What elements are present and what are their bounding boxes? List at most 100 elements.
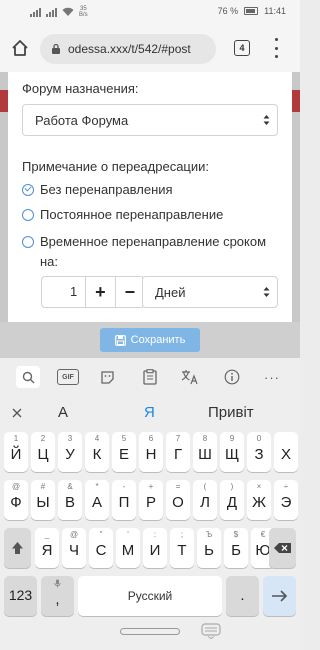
- home-icon[interactable]: [10, 38, 30, 58]
- option-no-redirect[interactable]: Без перенаправления: [22, 182, 173, 197]
- letter-key[interactable]: ÷ Э: [274, 480, 298, 520]
- key-hint: =: [175, 482, 181, 491]
- letter-key[interactable]: ' М: [116, 528, 140, 568]
- letter-key[interactable]: + Р: [139, 480, 163, 520]
- key-label: Ш: [198, 446, 212, 463]
- home-gesture-bar[interactable]: [120, 628, 180, 635]
- key-label: С: [95, 542, 107, 559]
- suggestion-item[interactable]: Привіт: [208, 404, 254, 421]
- key-hint: 5: [121, 434, 127, 443]
- suggestion-item[interactable]: А: [58, 404, 68, 421]
- forum-label: Форум назначения:: [22, 81, 139, 96]
- letter-key[interactable]: 3У: [58, 432, 82, 472]
- letter-key[interactable]: 6Н: [139, 432, 163, 472]
- letter-key[interactable]: _ Я: [35, 528, 59, 568]
- letter-key[interactable]: @ Ч: [62, 528, 86, 568]
- forum-select[interactable]: Работа Форума: [22, 104, 278, 136]
- key-label: Г: [173, 446, 183, 463]
- letter-key[interactable]: * А: [85, 480, 109, 520]
- key-label: Ы: [36, 494, 50, 511]
- letter-key[interactable]: @ Ф: [4, 480, 28, 520]
- suggestion-item[interactable]: Я: [144, 404, 155, 421]
- key-label: М: [121, 542, 135, 559]
- letter-key[interactable]: 2Ц: [31, 432, 55, 472]
- letter-key[interactable]: & В: [58, 480, 82, 520]
- letter-key[interactable]: " С: [89, 528, 113, 568]
- numbers-key[interactable]: 123: [4, 576, 37, 616]
- letter-key[interactable]: × Ж: [247, 480, 271, 520]
- period-key[interactable]: .: [226, 576, 259, 616]
- key-hint: (: [203, 482, 207, 491]
- option-label: Временное перенаправление сроком на:: [40, 234, 267, 269]
- move-thread-dialog: Форум назначения: Работа Форума Примечан…: [8, 72, 292, 322]
- key-label: Ь: [204, 542, 214, 559]
- letter-key[interactable]: -П: [112, 480, 136, 520]
- letter-key[interactable]: 9Щ: [220, 432, 244, 472]
- info-icon[interactable]: [222, 367, 242, 387]
- key-label: Й: [10, 446, 22, 463]
- save-label: Сохранить: [130, 334, 186, 346]
- letter-key[interactable]: # Ы: [31, 480, 55, 520]
- comma-key[interactable]: ,: [41, 576, 74, 616]
- letter-key[interactable]: 4К: [85, 432, 109, 472]
- key-hint: *: [95, 482, 99, 491]
- letter-key[interactable]: Х: [274, 432, 298, 472]
- radio-icon[interactable]: [22, 236, 34, 248]
- system-nav-bar: [0, 620, 300, 650]
- letter-key[interactable]: (Л: [193, 480, 217, 520]
- key-hint: @: [11, 482, 21, 491]
- decrement-button[interactable]: −: [114, 277, 144, 307]
- letter-key[interactable]: 5Е: [112, 432, 136, 472]
- sticker-icon[interactable]: [97, 367, 117, 387]
- key-hint: :: [153, 530, 157, 539]
- letter-key[interactable]: 1Й: [4, 432, 28, 472]
- translate-icon[interactable]: [180, 367, 200, 387]
- enter-key[interactable]: [263, 576, 296, 616]
- space-key-label: Русский: [127, 589, 173, 603]
- clipboard-icon[interactable]: [140, 367, 160, 387]
- option-permanent-redirect[interactable]: Постоянное перенаправление: [22, 207, 223, 222]
- letter-key[interactable]: 0З: [247, 432, 271, 472]
- key-hint: 4: [94, 434, 100, 443]
- letter-key[interactable]: ; Т: [170, 528, 194, 568]
- letter-key[interactable]: ЪЬ: [197, 528, 221, 568]
- search-icon[interactable]: [16, 366, 40, 388]
- duration-input[interactable]: 1: [42, 277, 85, 307]
- more-icon[interactable]: ···: [262, 367, 282, 387]
- clock: 11:41: [264, 6, 286, 16]
- key-hint: 2: [40, 434, 46, 443]
- address-bar[interactable]: odessa.xxx/t/542/#post: [40, 34, 216, 64]
- gif-icon[interactable]: GIF: [57, 369, 79, 385]
- letter-key[interactable]: 7Г: [166, 432, 190, 472]
- floppy-icon: [114, 334, 126, 346]
- letter-key[interactable]: = О: [166, 480, 190, 520]
- letter-key[interactable]: $ Б: [224, 528, 248, 568]
- key-label: Х: [280, 446, 291, 463]
- option-temporary-redirect[interactable]: Временное перенаправление сроком на:: [22, 232, 278, 272]
- letter-key[interactable]: 8Ш: [193, 432, 217, 472]
- collapse-icon[interactable]: [12, 408, 22, 418]
- key-hint: 3: [67, 434, 73, 443]
- shift-key[interactable]: [4, 528, 31, 568]
- tab-switcher-button[interactable]: 4: [234, 40, 250, 56]
- radio-checked-icon[interactable]: [22, 184, 34, 196]
- overflow-menu-icon[interactable]: [273, 38, 279, 58]
- key-label: У: [65, 446, 75, 463]
- letter-key[interactable]: ) Д: [220, 480, 244, 520]
- key-hint: 6: [148, 434, 154, 443]
- shift-icon: [12, 542, 23, 554]
- duration-unit-select[interactable]: Дней: [142, 276, 278, 308]
- letter-key[interactable]: :И: [143, 528, 167, 568]
- status-bar: 35 B/s 76 % 11:41: [0, 0, 300, 24]
- increment-button[interactable]: +: [85, 277, 114, 307]
- radio-icon[interactable]: [22, 209, 34, 221]
- space-key[interactable]: Русский: [78, 576, 222, 616]
- key-label: Н: [145, 446, 157, 463]
- backspace-icon: [274, 543, 291, 553]
- keyboard-switch-icon[interactable]: [201, 623, 221, 639]
- key-label: Щ: [224, 446, 240, 463]
- key-hint: +: [148, 482, 154, 491]
- backspace-key[interactable]: [269, 528, 296, 568]
- save-button[interactable]: Сохранить: [100, 328, 200, 352]
- keyboard-toolbar: GIF ···: [0, 358, 300, 396]
